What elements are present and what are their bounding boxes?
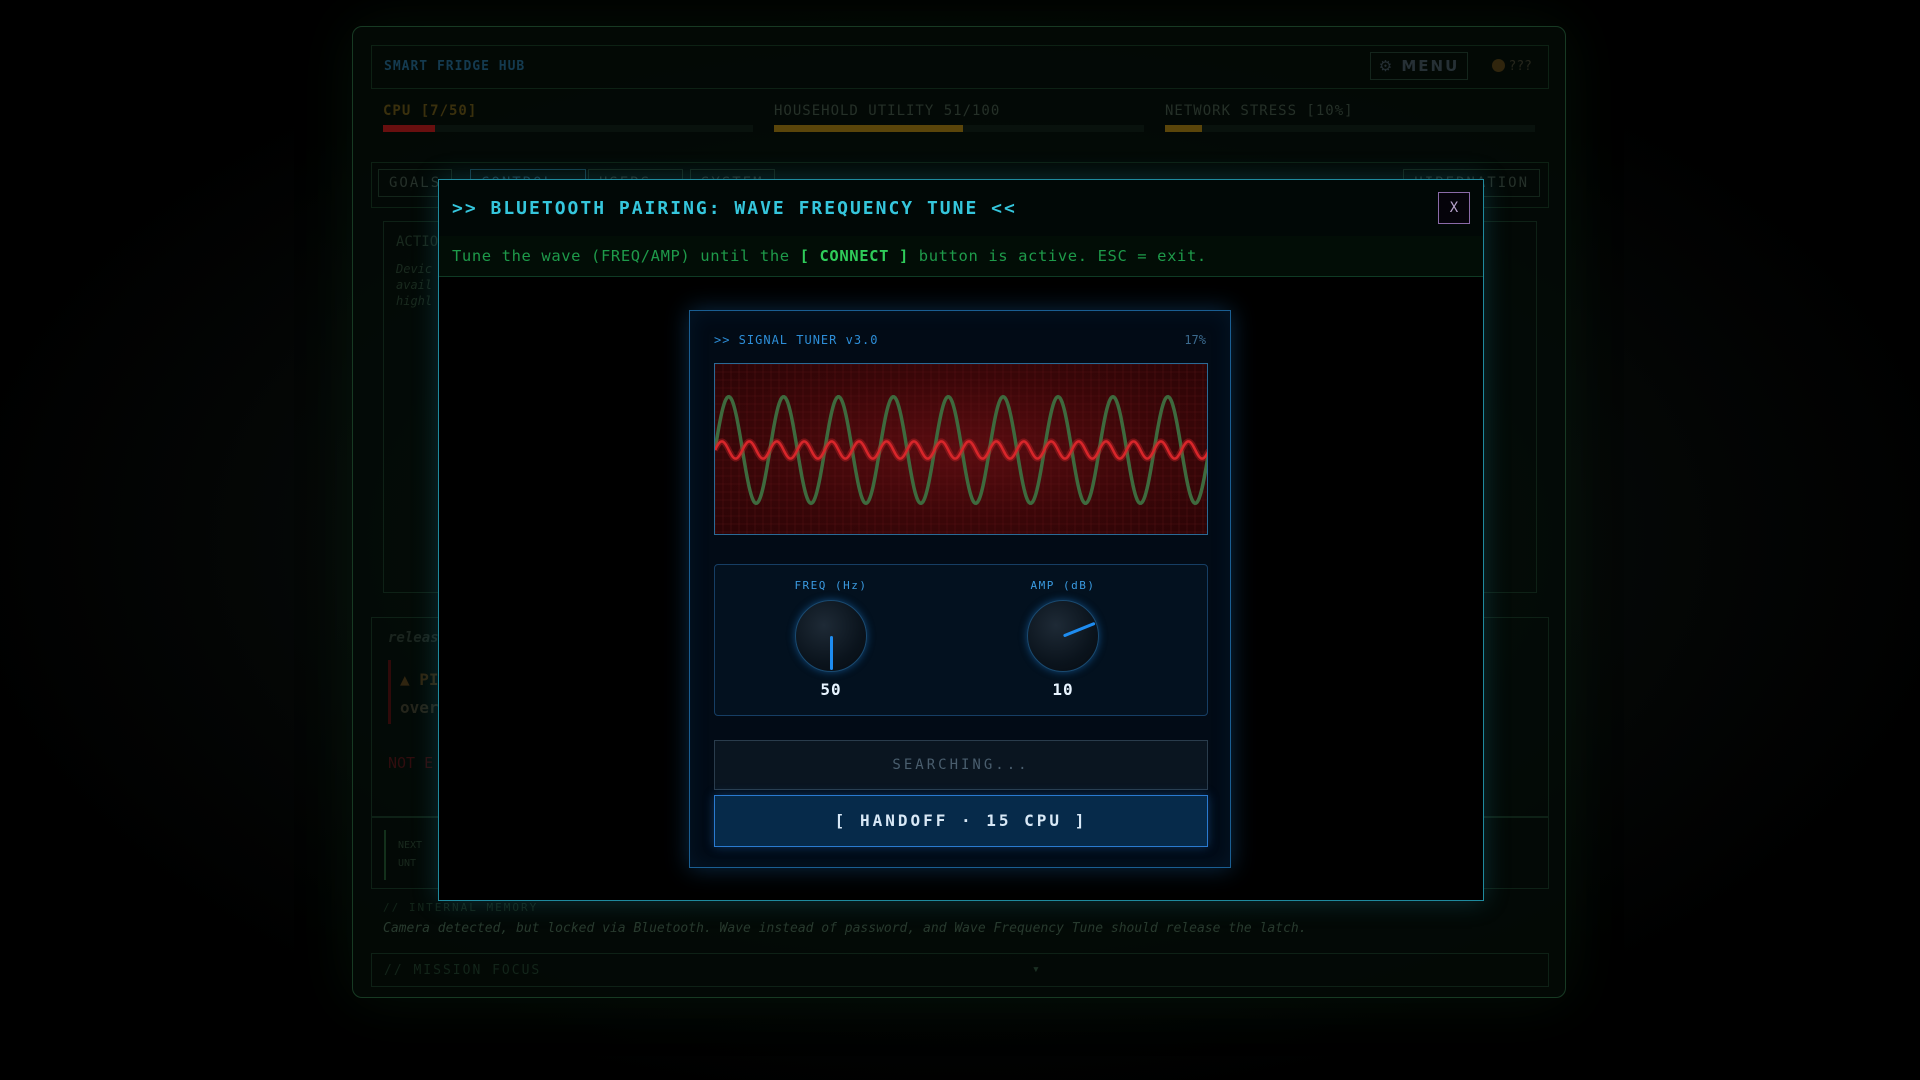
unknown-status: ??? xyxy=(1491,59,1532,74)
not-text: NOT E xyxy=(388,754,434,772)
actions-desc-3: highl xyxy=(396,294,433,308)
actions-desc-2: avail xyxy=(396,278,433,292)
freq-knob[interactable] xyxy=(795,600,867,672)
handoff-button[interactable]: [ HANDOFF · 15 CPU ] xyxy=(714,795,1208,847)
wave-oscilloscope xyxy=(714,363,1208,535)
cpu-meter-label: CPU [7/50] xyxy=(383,103,478,119)
instruction-connect: [ CONNECT ] xyxy=(799,247,909,265)
menu-button[interactable]: ⚙ MENU xyxy=(1370,52,1468,80)
release-text: releas xyxy=(388,630,439,646)
cpu-meter-fill xyxy=(383,125,435,132)
freq-value: 50 xyxy=(820,680,842,699)
utility-meter-fill xyxy=(774,125,963,132)
amp-control: AMP (dB) 10 xyxy=(1003,579,1123,699)
network-meter: NETWORK STRESS [10%] xyxy=(1165,103,1535,132)
modal-header: >> BLUETOOTH PAIRING: WAVE FREQUENCY TUN… xyxy=(439,180,1483,237)
top-bar: SMART FRIDGE HUB ⚙ MENU ??? xyxy=(371,45,1549,89)
amp-knob-indicator xyxy=(1062,621,1096,638)
network-meter-fill xyxy=(1165,125,1202,132)
cpu-meter: CPU [7/50] xyxy=(383,103,753,132)
knob-panel: FREQ (Hz) 50 AMP (dB) 10 xyxy=(714,564,1208,716)
instruction-after: button is active. ESC = exit. xyxy=(908,247,1207,265)
mission-bar[interactable]: // MISSION FOCUS ▾ xyxy=(371,953,1549,987)
actions-desc-1: Devic xyxy=(396,262,433,276)
memory-text: Camera detected, but locked via Bluetoot… xyxy=(383,921,1307,936)
chevron-down-icon[interactable]: ▾ xyxy=(1032,962,1040,977)
connect-status-button[interactable]: SEARCHING... xyxy=(714,740,1208,790)
utility-meter: HOUSEHOLD UTILITY 51/100 xyxy=(774,103,1144,132)
utility-meter-label: HOUSEHOLD UTILITY 51/100 xyxy=(774,103,1001,119)
modal-instructions: Tune the wave (FREQ/AMP) until the [ CON… xyxy=(439,236,1483,277)
freq-knob-indicator xyxy=(829,636,833,670)
instruction-before: Tune the wave (FREQ/AMP) until the xyxy=(452,247,800,265)
warning-line-2: over xyxy=(400,698,439,717)
signal-tuner: >> SIGNAL TUNER v3.0 17% FREQ (Hz) 50 AM… xyxy=(689,310,1231,868)
freq-label: FREQ (Hz) xyxy=(794,579,868,592)
amp-knob[interactable] xyxy=(1027,600,1099,672)
mission-label: // MISSION FOCUS xyxy=(384,963,542,978)
actions-heading: ACTIO xyxy=(396,234,439,250)
memory-label: // INTERNAL MEMORY xyxy=(383,901,539,914)
warning-line-1: ▲ PI xyxy=(400,670,439,689)
next-line-2: UNT xyxy=(398,858,417,869)
tuner-title: >> SIGNAL TUNER v3.0 xyxy=(714,333,879,347)
network-meter-label: NETWORK STRESS [10%] xyxy=(1165,103,1354,119)
close-button[interactable]: X xyxy=(1438,192,1470,224)
coin-icon xyxy=(1491,59,1505,72)
warning-bar xyxy=(388,660,391,724)
modal-title: >> BLUETOOTH PAIRING: WAVE FREQUENCY TUN… xyxy=(452,198,1017,219)
freq-control: FREQ (Hz) 50 xyxy=(771,579,891,699)
wave-display xyxy=(715,364,1207,534)
amp-value: 10 xyxy=(1052,680,1074,699)
hub-title: SMART FRIDGE HUB xyxy=(384,59,526,74)
unknown-label: ??? xyxy=(1508,59,1532,74)
next-line-1: NEXT xyxy=(398,840,423,851)
tuner-percent: 17% xyxy=(1184,333,1206,347)
amp-label: AMP (dB) xyxy=(1030,579,1096,592)
